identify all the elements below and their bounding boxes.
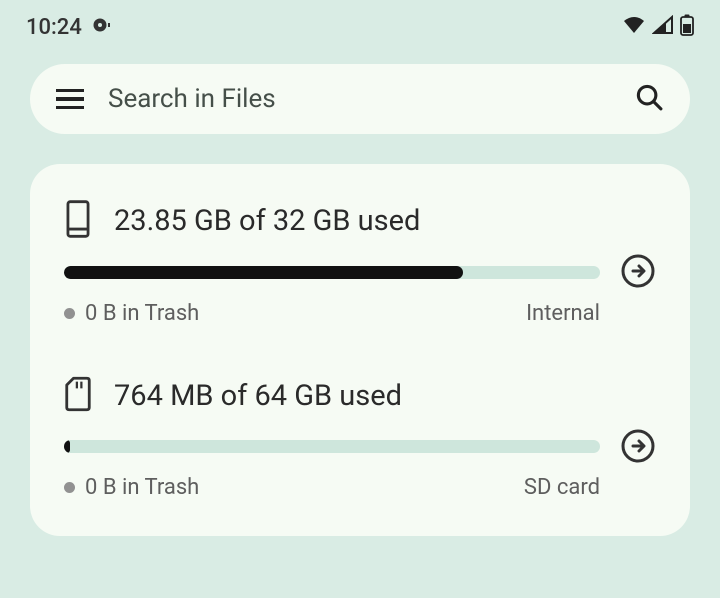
- trash-info: 0 B in Trash: [64, 475, 199, 500]
- trash-text: 0 B in Trash: [85, 301, 199, 326]
- storage-card: 23.85 GB of 32 GB used 0 B in Trash Inte…: [30, 164, 690, 536]
- search-bar[interactable]: Search in Files: [30, 64, 690, 134]
- storage-title: 23.85 GB of 32 GB used: [114, 204, 420, 238]
- go-button[interactable]: [620, 428, 656, 468]
- go-button[interactable]: [620, 253, 656, 293]
- status-bar: 10:24: [0, 0, 720, 50]
- disc-icon: [92, 15, 112, 39]
- menu-icon[interactable]: [56, 89, 84, 110]
- storage-type: Internal: [526, 301, 600, 326]
- progress-fill: [64, 440, 70, 453]
- search-input[interactable]: Search in Files: [108, 84, 610, 114]
- sd-card-icon: [64, 376, 92, 416]
- signal-icon: [652, 15, 674, 39]
- storage-type: SD card: [524, 475, 600, 500]
- status-left: 10:24: [26, 15, 112, 40]
- storage-title: 764 MB of 64 GB used: [114, 379, 402, 413]
- bullet-icon: [64, 308, 75, 319]
- progress-fill: [64, 266, 463, 279]
- wifi-icon: [622, 15, 646, 39]
- phone-icon: [64, 200, 92, 242]
- bullet-icon: [64, 482, 75, 493]
- battery-icon: [680, 14, 694, 40]
- trash-text: 0 B in Trash: [85, 475, 199, 500]
- search-icon[interactable]: [634, 82, 664, 116]
- status-time: 10:24: [26, 15, 82, 40]
- progress-bar: [64, 266, 600, 279]
- progress-bar: [64, 440, 600, 453]
- storage-item-internal[interactable]: 23.85 GB of 32 GB used 0 B in Trash Inte…: [64, 200, 656, 326]
- storage-item-sdcard[interactable]: 764 MB of 64 GB used 0 B in Trash SD car…: [64, 376, 656, 500]
- status-right: [622, 14, 694, 40]
- trash-info: 0 B in Trash: [64, 301, 199, 326]
